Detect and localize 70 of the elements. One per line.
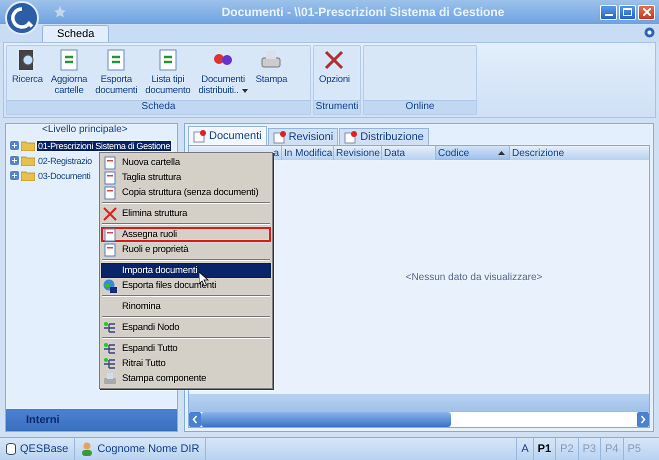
menu-item[interactable]: Taglia struttura [101,170,271,185]
document-icon [272,130,286,144]
page-button[interactable]: P1 [532,438,556,460]
ribbon-button[interactable]: Ricerca [9,48,46,100]
expand-icon[interactable] [10,171,19,180]
column-header[interactable]: Descrizione [510,146,649,160]
tree-icon [103,356,117,370]
folder-icon [21,170,35,181]
ribbon-button[interactable]: Opzioni [316,48,353,100]
tree-icon [103,320,117,334]
tree-item[interactable]: 01-Prescrizioni Sistema di Gestione [37,140,172,150]
delete-icon [103,206,117,220]
star-icon[interactable] [54,6,66,18]
empty-message: <Nessun dato da visualizzare> [404,272,542,282]
menu-item[interactable]: Espandi Nodo [101,320,271,335]
ribbon-tab[interactable]: Scheda [42,25,110,42]
column-header[interactable]: Revisione [334,146,382,160]
menu-item[interactable]: Elimina struttura [101,206,271,221]
user-icon [81,442,94,456]
tree-item[interactable]: 03-Documenti [37,170,92,180]
globe-icon [103,278,117,292]
document-icon [103,242,117,256]
group-label: Scheda [7,100,310,114]
document-icon [344,130,358,144]
scroll-right-icon[interactable] [637,412,649,427]
document-icon [193,130,206,142]
folder-icon [21,155,35,166]
tree-icon [103,342,117,356]
menu-item[interactable]: Ritrai Tutto [101,356,271,371]
menu-item[interactable]: Stampa componente [101,371,271,386]
sort-ascending-icon [498,151,505,155]
close-icon [642,8,650,16]
ribbon-button[interactable]: Esporta documenti [92,48,140,100]
caret-icon [242,89,248,93]
maximize-icon [623,8,632,16]
tree-item[interactable]: 02-Registrazio [37,156,93,166]
menu-item[interactable]: Assegna ruoli [101,227,271,242]
menu-item[interactable]: Rinomina [101,299,271,314]
close-button[interactable] [638,4,655,20]
column-header[interactable]: In Modifica [282,146,334,160]
minimize-button[interactable] [600,4,617,20]
status-item: Cognome Nome DIR [75,438,206,460]
tree-item[interactable]: <Livello principale> [8,124,175,138]
horizontal-scrollbar[interactable] [189,412,649,427]
window-title: Documenti - \\01-Prescrizioni Sistema di Gestione [220,5,506,19]
maximize-button[interactable] [619,4,636,20]
scroll-left-icon[interactable] [189,412,201,427]
group-label: Online [364,100,476,114]
tab[interactable]: Distribuzione [339,128,429,145]
ribbon-button[interactable]: Stampa [252,48,290,100]
folder-icon [21,140,35,151]
printer-icon [103,372,117,386]
menu-item[interactable]: Copia struttura (senza documenti) [101,185,271,200]
expand-icon[interactable] [10,141,19,150]
menu-item[interactable]: Espandi Tutto [101,341,271,356]
document-icon [103,228,117,242]
tab[interactable]: Documenti [188,126,267,145]
group-label: Strumenti [314,100,360,114]
menu-item[interactable]: Nuova cartella [101,155,271,170]
database-icon [6,443,16,455]
menu-item[interactable]: Ruoli e proprietà [101,242,271,257]
column-header[interactable]: Codice [436,146,510,160]
ribbon-button[interactable]: Lista tipi documento [142,48,194,100]
ribbon-button[interactable]: Documenti distribuiti.. [196,48,251,100]
page-button[interactable]: A [516,438,533,460]
expand-icon[interactable] [10,156,19,165]
status-item: QESBase [0,438,76,460]
ribbon-button[interactable]: Aggiorna cartelle [48,48,90,100]
tab[interactable]: Revisioni [268,128,338,145]
document-icon [103,170,117,184]
